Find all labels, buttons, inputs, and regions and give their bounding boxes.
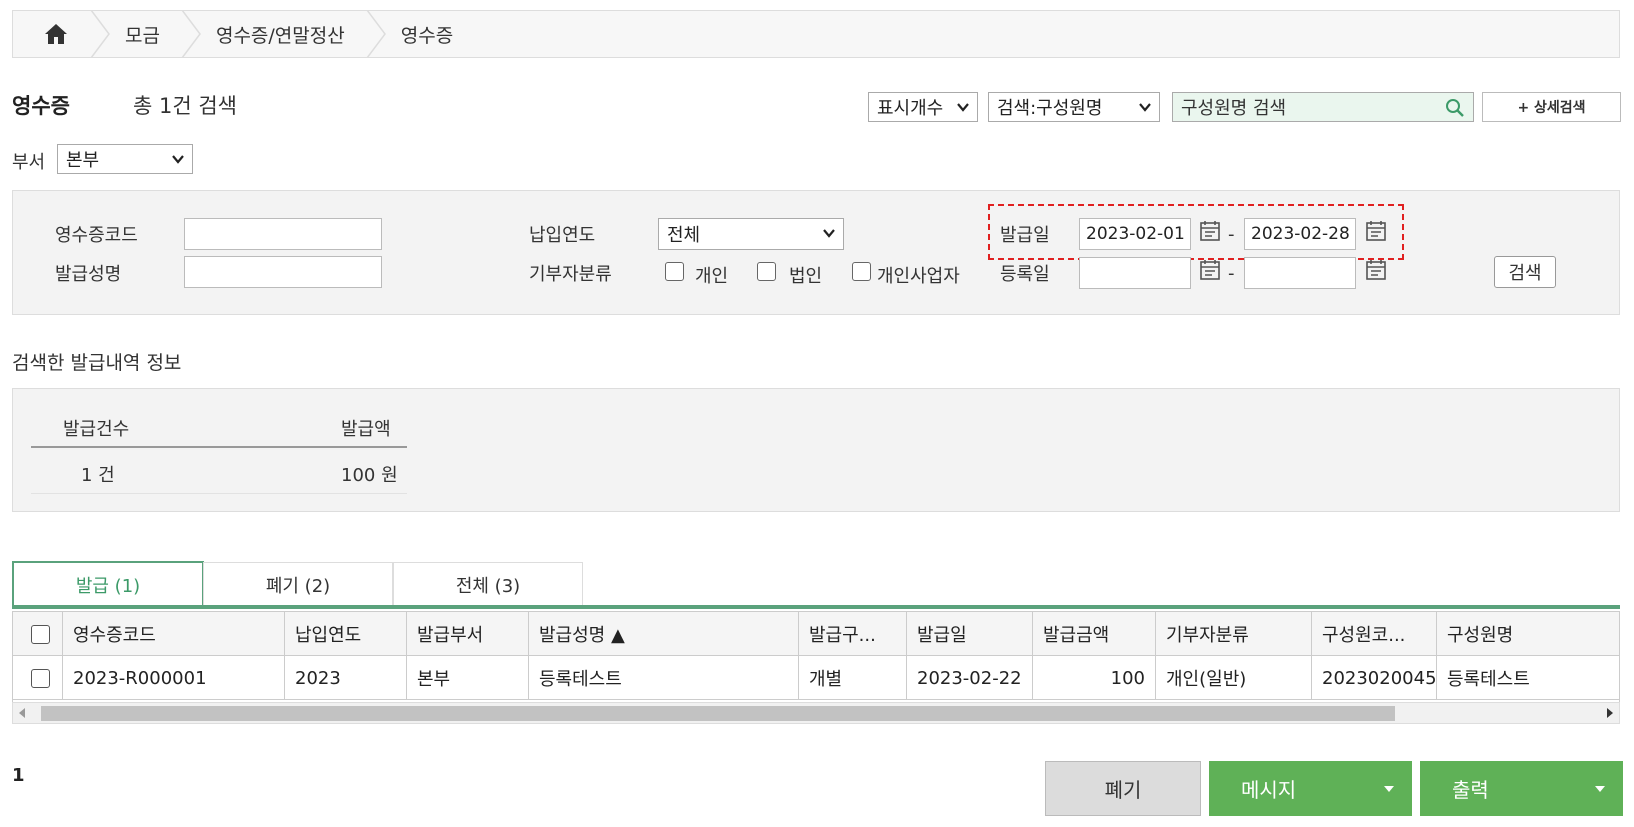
breadcrumb-separator-icon (366, 10, 386, 58)
chevron-down-icon (172, 155, 184, 164)
chevron-down-icon (823, 229, 835, 238)
donor-type-corporation-label: 법인 (789, 266, 823, 287)
summary-title: 검색한 발급내역 정보 (12, 352, 182, 374)
reg-date-label: 등록일 (1000, 264, 1050, 285)
column-header[interactable]: 발급일 (907, 612, 1033, 656)
reg-date-separator: - (1228, 263, 1235, 284)
scroll-thumb[interactable] (41, 706, 1395, 721)
table-cell: 2023-02-22 (907, 656, 1033, 700)
breadcrumb-separator-icon (90, 10, 110, 58)
summary-divider (31, 493, 407, 494)
page-title: 영수증 (12, 94, 70, 118)
page-number[interactable]: 1 (12, 765, 25, 786)
receipt-table: 영수증코드 납입연도 발급부서 발급성명 ▲ 발급구... 발급일 발급금액 기… (12, 611, 1620, 703)
table-cell: 본부 (407, 656, 529, 700)
issue-name-input[interactable] (184, 256, 382, 288)
column-header[interactable]: 기부자분류 (1156, 612, 1312, 656)
scroll-left-icon[interactable] (19, 708, 25, 718)
dept-label: 부서 (12, 152, 46, 173)
donor-type-individual-label: 개인 (695, 266, 729, 287)
issue-amount-header: 발급액 (341, 419, 391, 440)
display-count-select[interactable]: 표시개수 (868, 92, 978, 122)
breadcrumb-separator-icon (181, 10, 201, 58)
column-header[interactable]: 구성원코... (1312, 612, 1437, 656)
advanced-search-button[interactable]: + 상세검색 (1482, 92, 1621, 122)
search-icon[interactable] (1445, 98, 1465, 118)
row-checkbox[interactable] (31, 668, 50, 688)
table-cell: 2023-R000001 (63, 656, 285, 700)
table-cell: 2023020045 (1312, 656, 1437, 700)
caret-down-icon[interactable] (1384, 786, 1394, 792)
result-count: 총 1건 검색 (133, 94, 237, 118)
table-cell: 개인(일반) (1156, 656, 1312, 700)
table-cell: 2023 (285, 656, 407, 700)
row-select-cell (13, 656, 63, 700)
chevron-down-icon (957, 103, 969, 112)
table-cell: 100 (1033, 656, 1156, 700)
scroll-right-icon[interactable] (1607, 708, 1613, 718)
issue-count-value: 1 건 (81, 465, 115, 486)
calendar-icon[interactable] (1198, 258, 1222, 282)
horizontal-scrollbar[interactable] (12, 702, 1620, 724)
reg-date-to-input[interactable] (1244, 257, 1356, 289)
column-header[interactable]: 발급금액 (1033, 612, 1156, 656)
summary-divider (31, 446, 407, 448)
pay-year-label: 납입연도 (529, 225, 596, 246)
receipt-code-input[interactable] (184, 218, 382, 250)
donor-type-business-label: 개인사업자 (877, 266, 960, 287)
select-all-cell (13, 612, 63, 656)
issue-name-label: 발급성명 (55, 264, 122, 285)
issue-date-highlight (988, 204, 1404, 260)
caret-down-icon[interactable] (1595, 786, 1605, 792)
column-header[interactable]: 발급성명 ▲ (529, 612, 799, 656)
home-icon[interactable] (43, 21, 69, 47)
donor-type-business-checkbox[interactable] (852, 262, 871, 281)
reg-date-from-input[interactable] (1079, 257, 1191, 289)
summary-panel: 발급건수 발급액 1 건 100 원 (12, 388, 1620, 512)
table-header-row: 영수증코드 납입연도 발급부서 발급성명 ▲ 발급구... 발급일 발급금액 기… (13, 612, 1619, 656)
search-input[interactable]: 구성원명 검색 (1172, 92, 1474, 122)
tab-discarded[interactable]: 폐기 (2) (203, 562, 393, 606)
pay-year-value: 전체 (667, 225, 701, 246)
column-header[interactable]: 구성원명 (1437, 612, 1619, 656)
pay-year-select[interactable]: 전체 (658, 218, 844, 250)
breadcrumb-item-receipt: 영수증 (400, 24, 454, 47)
table-cell: 등록테스트 (529, 656, 799, 700)
donor-type-corporation-checkbox[interactable] (757, 262, 776, 281)
search-placeholder: 구성원명 검색 (1181, 98, 1287, 119)
table-cell: 등록테스트 (1447, 669, 1530, 690)
chevron-down-icon (1139, 103, 1151, 112)
breadcrumb: 모금 영수증/연말정산 영수증 (12, 10, 1620, 58)
message-button-label: 메시지 (1241, 778, 1297, 802)
print-button-label: 출력 (1452, 778, 1489, 802)
table-row[interactable]: 2023-R000001 2023 본부 등록테스트 개별 2023-02-22… (13, 656, 1619, 700)
print-button[interactable]: 출력 (1420, 761, 1623, 816)
dept-value: 본부 (66, 150, 100, 171)
breadcrumb-item-fundraising[interactable]: 모금 (125, 21, 160, 48)
column-header[interactable]: 발급구... (799, 612, 907, 656)
discard-button[interactable]: 폐기 (1045, 761, 1201, 816)
column-header[interactable]: 영수증코드 (63, 612, 285, 656)
filter-search-button[interactable]: 검색 (1494, 256, 1556, 288)
dept-select[interactable]: 본부 (57, 144, 193, 174)
select-all-checkbox[interactable] (31, 624, 50, 644)
donor-type-individual-checkbox[interactable] (665, 262, 684, 281)
message-button[interactable]: 메시지 (1209, 761, 1412, 816)
issue-amount-value: 100 원 (341, 465, 398, 486)
search-type-label: 검색:구성원명 (997, 98, 1103, 119)
issue-count-header: 발급건수 (63, 419, 130, 440)
column-header[interactable]: 납입연도 (285, 612, 407, 656)
receipt-code-label: 영수증코드 (55, 225, 138, 246)
table-cell: 개별 (799, 656, 907, 700)
column-header[interactable]: 발급부서 (407, 612, 529, 656)
breadcrumb-item-receipt-yearend[interactable]: 영수증/연말정산 (216, 21, 345, 48)
tab-underline (12, 605, 1620, 609)
tab-issued[interactable]: 발급 (1) (12, 561, 204, 607)
search-type-select[interactable]: 검색:구성원명 (988, 92, 1160, 122)
tab-all[interactable]: 전체 (3) (393, 562, 583, 606)
donor-type-label: 기부자분류 (529, 264, 612, 285)
display-count-label: 표시개수 (877, 98, 944, 119)
calendar-icon[interactable] (1364, 258, 1388, 282)
